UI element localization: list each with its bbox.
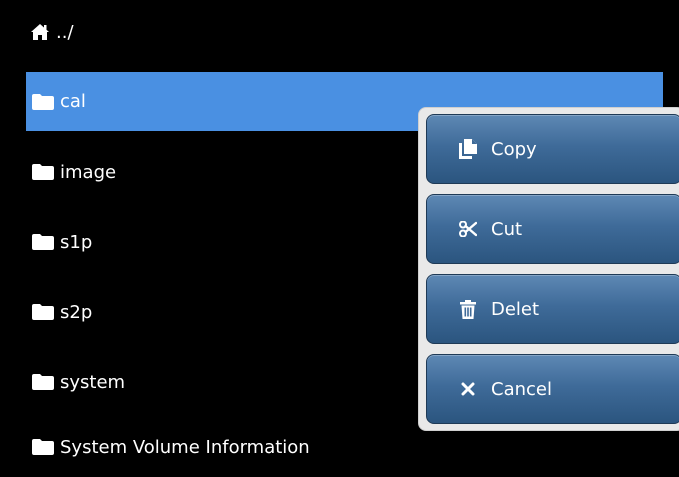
delete-button[interactable]: Delet	[426, 274, 679, 344]
copy-icon	[457, 139, 479, 159]
cancel-label: Cancel	[491, 378, 552, 400]
close-icon	[457, 382, 479, 396]
folder-icon	[32, 374, 54, 390]
file-name: System Volume Information	[60, 436, 310, 458]
folder-icon	[32, 439, 54, 455]
folder-icon	[32, 304, 54, 320]
file-name: s2p	[60, 301, 93, 323]
path-bar[interactable]: ../	[30, 18, 74, 46]
current-path: ../	[56, 21, 74, 43]
file-name: cal	[60, 91, 86, 112]
cancel-button[interactable]: Cancel	[426, 354, 679, 424]
context-menu: Copy Cut Delet Cancel	[418, 107, 679, 431]
home-icon[interactable]	[30, 23, 50, 41]
trash-icon	[457, 299, 479, 319]
folder-icon	[32, 234, 54, 250]
copy-button[interactable]: Copy	[426, 114, 679, 184]
cut-label: Cut	[491, 218, 523, 240]
cut-button[interactable]: Cut	[426, 194, 679, 264]
file-name: system	[60, 371, 126, 393]
file-name: s1p	[60, 231, 93, 253]
delete-label: Delet	[491, 298, 540, 320]
file-name: image	[60, 161, 117, 183]
folder-icon	[32, 93, 54, 110]
folder-icon	[32, 164, 54, 180]
copy-label: Copy	[491, 138, 537, 160]
scissors-icon	[457, 221, 479, 237]
